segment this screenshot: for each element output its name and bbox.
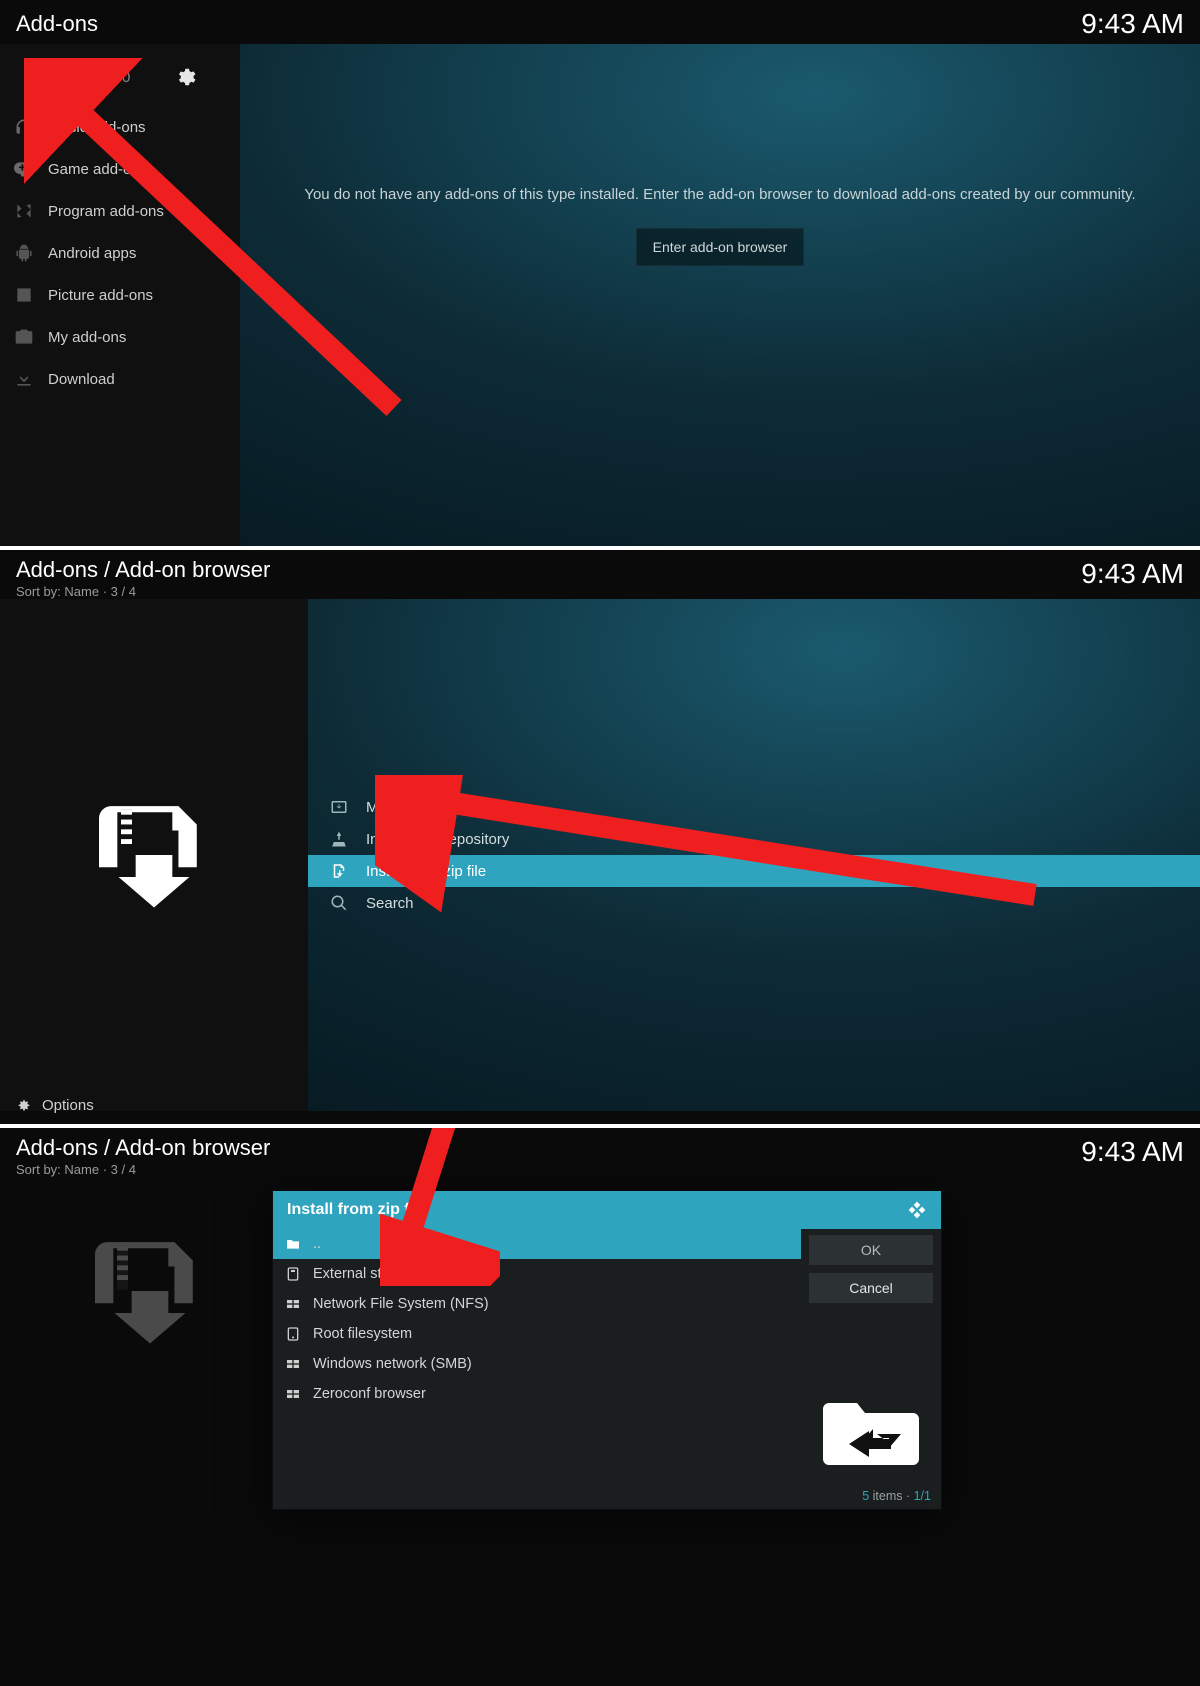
dialog-row-label: External storage xyxy=(313,1266,419,1282)
install-from-zip-icon xyxy=(92,800,216,910)
page-title: Add-ons xyxy=(16,11,98,37)
install-from-zip-icon xyxy=(88,1236,212,1351)
sidebar-item-label: Android apps xyxy=(48,245,136,262)
sidebar-item-download[interactable]: Download xyxy=(0,358,240,400)
gear-icon[interactable] xyxy=(174,66,196,88)
page-subtitle: Sort by: Name · 3 / 4 xyxy=(16,584,270,599)
list-item-label: My add-ons xyxy=(366,799,444,816)
sidebar-item-music[interactable]: Music add-ons xyxy=(0,106,240,148)
dialog-row-label: Root filesystem xyxy=(313,1326,412,1342)
dialog-row-external[interactable]: External storage xyxy=(273,1259,801,1289)
dialog-row-smb[interactable]: Windows network (SMB) xyxy=(273,1349,801,1379)
enter-addon-browser-button[interactable]: Enter add-on browser xyxy=(636,228,805,266)
sidebar-item-label: Program add-ons xyxy=(48,203,164,220)
dialog-row-root[interactable]: Root filesystem xyxy=(273,1319,801,1349)
screen-addon-browser: Add-ons / Add-on browser Sort by: Name ·… xyxy=(0,550,1200,1124)
page-subtitle: Sort by: Name · 3 / 4 xyxy=(16,1162,270,1177)
status-items: items · xyxy=(869,1489,913,1503)
clock: 9:43 AM xyxy=(1081,1136,1184,1168)
list-item-search[interactable]: Search xyxy=(308,887,1200,919)
sidebar-item-myaddons[interactable]: My add-ons xyxy=(0,316,240,358)
dialog-row-label: Zeroconf browser xyxy=(313,1386,426,1402)
sidebar-item-game[interactable]: Game add-ons xyxy=(0,148,240,190)
list-item-install-repo[interactable]: Install from repository xyxy=(308,823,1200,855)
sidebar-item-label: Music add-ons xyxy=(48,119,146,136)
sidebar: 0 Music add-ons Game add-ons Program add… xyxy=(0,44,240,546)
dialog-file-list: .. External storage Network File System … xyxy=(273,1229,801,1485)
dialog-row-zeroconf[interactable]: Zeroconf browser xyxy=(273,1379,801,1409)
dialog-title: Install from zip file xyxy=(287,1201,427,1219)
dialog-row-up[interactable]: .. xyxy=(273,1229,801,1259)
list-item-install-zip[interactable]: Install from zip file xyxy=(308,855,1200,887)
options-footer[interactable]: Options xyxy=(0,1089,308,1124)
dialog-side-panel: OK Cancel xyxy=(801,1229,941,1485)
kodi-logo-icon xyxy=(907,1200,927,1220)
install-from-zip-dialog: Install from zip file .. External storag… xyxy=(272,1190,942,1510)
dialog-row-label: Windows network (SMB) xyxy=(313,1356,472,1372)
folder-preview-icon xyxy=(809,1311,933,1479)
updates-count: 0 xyxy=(122,69,130,86)
cancel-button[interactable]: Cancel xyxy=(809,1273,933,1303)
box-icon[interactable] xyxy=(28,66,50,88)
clock: 9:43 AM xyxy=(1081,558,1184,590)
screen-addons: Add-ons 9:43 AM 0 Music add-ons xyxy=(0,0,1200,546)
sidebar-item-picture[interactable]: Picture add-ons xyxy=(0,274,240,316)
list-item-label: Install from zip file xyxy=(366,863,486,880)
updates-indicator[interactable]: 0 xyxy=(94,66,130,88)
sidebar-item-program[interactable]: Program add-ons xyxy=(0,190,240,232)
page-title: Add-ons / Add-on browser xyxy=(16,558,270,582)
clock: 9:43 AM xyxy=(1081,8,1184,40)
header: Add-ons / Add-on browser Sort by: Name ·… xyxy=(0,1128,1200,1177)
header: Add-ons 9:43 AM xyxy=(0,0,1200,44)
empty-state-text: You do not have any add-ons of this type… xyxy=(304,184,1135,206)
dialog-status-bar: 5 items · 1/1 xyxy=(273,1485,941,1509)
list-item-label: Search xyxy=(366,895,414,912)
sidebar-item-label: Game add-ons xyxy=(48,161,147,178)
sidebar-item-android[interactable]: Android apps xyxy=(0,232,240,274)
main-content: You do not have any add-ons of this type… xyxy=(240,44,1200,546)
sidebar-item-label: Picture add-ons xyxy=(48,287,153,304)
options-label: Options xyxy=(42,1097,94,1114)
sidebar-item-label: Download xyxy=(48,371,115,388)
page-title: Add-ons / Add-on browser xyxy=(16,1136,270,1160)
list-item-my-addons[interactable]: My add-ons xyxy=(308,791,1200,823)
dialog-row-label: .. xyxy=(313,1236,321,1252)
dialog-title-bar: Install from zip file xyxy=(273,1191,941,1229)
side-panel xyxy=(0,599,308,1111)
header: Add-ons / Add-on browser Sort by: Name ·… xyxy=(0,550,1200,599)
status-position: 1/1 xyxy=(914,1489,931,1503)
dialog-row-nfs[interactable]: Network File System (NFS) xyxy=(273,1289,801,1319)
ok-button[interactable]: OK xyxy=(809,1235,933,1265)
sidebar-item-label: My add-ons xyxy=(48,329,126,346)
list-item-label: Install from repository xyxy=(366,831,509,848)
dialog-row-label: Network File System (NFS) xyxy=(313,1296,489,1312)
main-list: My add-ons Install from repository Insta… xyxy=(308,599,1200,1111)
screen-zip-dialog: Add-ons / Add-on browser Sort by: Name ·… xyxy=(0,1128,1200,1686)
